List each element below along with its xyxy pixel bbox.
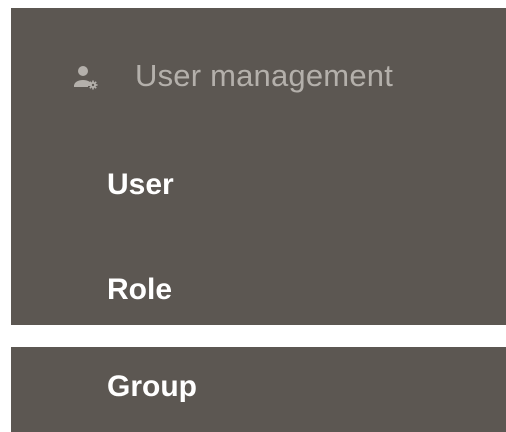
sidebar-item-label: Role xyxy=(107,273,173,306)
sidebar-item-label: Group xyxy=(107,370,197,403)
sidebar-item-group[interactable]: Group xyxy=(11,347,506,432)
sidebar-section-label: User management xyxy=(135,58,394,93)
user-gear-icon xyxy=(73,64,101,92)
sidebar-menu-panel: User management User Role xyxy=(11,8,506,325)
sidebar-item-user[interactable]: User xyxy=(11,143,506,233)
sidebar-menu-panel-secondary: Group xyxy=(11,347,506,432)
sidebar-item-label: User xyxy=(107,168,174,201)
sidebar-item-role[interactable]: Role xyxy=(11,233,506,325)
sidebar-section-user-management[interactable]: User management xyxy=(11,8,506,143)
